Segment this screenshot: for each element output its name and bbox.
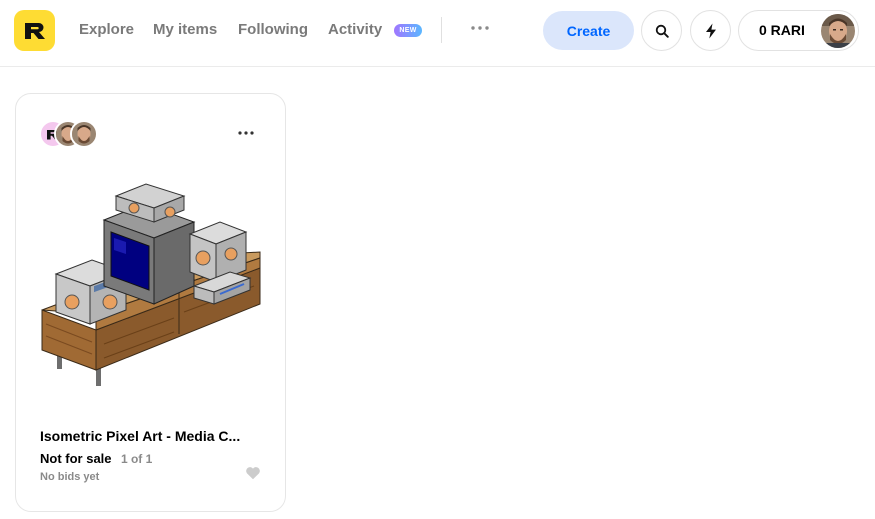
bids-status: No bids yet — [40, 471, 100, 483]
media-console-illustration — [41, 183, 261, 386]
nav-divider — [441, 17, 442, 43]
top-navigation-bar: Explore My items Following Activity NEW … — [0, 0, 875, 67]
notifications-button[interactable] — [690, 10, 731, 51]
nft-title[interactable]: Isometric Pixel Art - Media C... — [40, 427, 265, 445]
more-dots-glyph — [471, 26, 489, 30]
more-horizontal-icon[interactable] — [469, 18, 491, 38]
card-more-options-icon[interactable] — [234, 124, 258, 142]
nav-following[interactable]: Following — [238, 20, 308, 40]
lightning-icon — [705, 23, 716, 38]
search-icon — [655, 24, 669, 38]
wallet-balance-button[interactable]: 0 RARI — [738, 10, 859, 51]
nft-card[interactable]: Isometric Pixel Art - Media C... Not for… — [15, 93, 286, 512]
nav-activity[interactable]: Activity — [328, 20, 382, 40]
owners-avatars — [39, 120, 109, 148]
sale-info: Not for sale 1 of 1 — [40, 451, 152, 467]
heart-glyph — [246, 467, 260, 480]
owner-avatar-image — [72, 122, 96, 146]
owner-avatar[interactable] — [70, 120, 98, 148]
nav-my-items[interactable]: My items — [153, 20, 217, 40]
new-badge: NEW — [394, 24, 422, 37]
logo-glyph — [24, 22, 45, 39]
nft-artwork-image[interactable] — [34, 174, 270, 394]
nav-explore[interactable]: Explore — [79, 20, 134, 40]
edition-count: 1 of 1 — [120, 452, 153, 466]
avatar-image — [821, 14, 855, 48]
rari-balance: 0 RARI — [759, 22, 805, 38]
search-button[interactable] — [641, 10, 682, 51]
rarible-logo-icon[interactable] — [14, 10, 55, 51]
create-button[interactable]: Create — [543, 11, 634, 50]
heart-icon[interactable] — [245, 466, 263, 482]
sale-status: Not for sale — [40, 451, 112, 466]
card-more-glyph — [238, 131, 254, 135]
user-avatar[interactable] — [821, 14, 855, 48]
